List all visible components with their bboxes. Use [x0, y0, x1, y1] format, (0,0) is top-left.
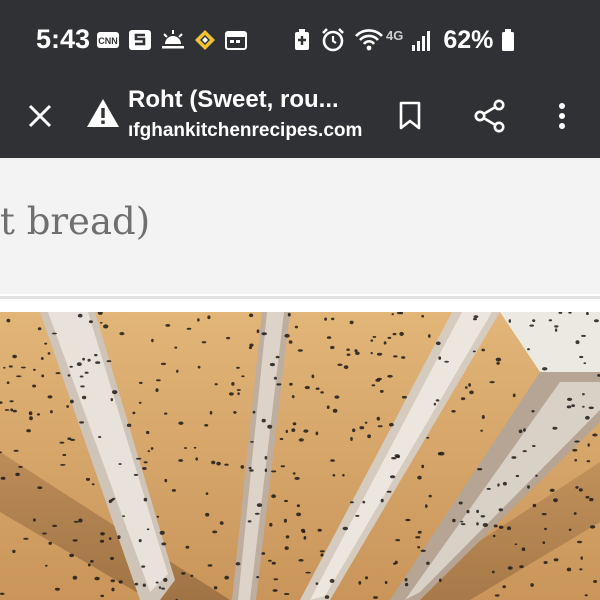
svg-text:CNN: CNN	[98, 36, 118, 46]
share-button[interactable]	[466, 92, 514, 140]
close-icon	[26, 102, 54, 130]
cnn-icon: CNN	[96, 30, 120, 50]
page-title: Roht (Sweet, rou...	[128, 86, 339, 113]
recipe-heading-band: at bread)	[0, 166, 600, 294]
bookmark-button[interactable]	[388, 92, 432, 140]
weather-sunrise-icon	[160, 29, 186, 51]
alarm-icon	[320, 27, 346, 53]
battery-percent: 62%	[443, 25, 494, 54]
network-type-label: 4G	[386, 27, 404, 43]
page-url[interactable]: ıfghankitchenrecipes.com	[128, 120, 362, 142]
more-options-button[interactable]	[540, 92, 584, 140]
recipe-photo[interactable]	[0, 312, 600, 600]
share-icon	[473, 99, 507, 133]
battery-saver-icon	[292, 28, 312, 52]
status-bar: 5:43 CNN 4G 62%	[0, 0, 600, 80]
signal-icon	[411, 28, 433, 52]
clock: 5:43	[36, 24, 91, 54]
bookmark-icon	[398, 101, 422, 131]
bread-image	[0, 312, 600, 600]
s-app-icon	[128, 29, 152, 51]
more-vert-icon	[557, 101, 567, 131]
custom-tab-toolbar: Roht (Sweet, rou... ıfghankitchenrecipes…	[0, 80, 600, 158]
system-icons: 4G 62%	[292, 26, 515, 54]
divider	[0, 296, 600, 299]
warning-icon[interactable]	[86, 98, 120, 128]
close-button[interactable]	[18, 94, 62, 138]
calendar-icon	[224, 29, 248, 51]
diamond-nav-icon	[194, 29, 216, 51]
notification-icons: CNN	[96, 28, 248, 52]
wifi-icon	[354, 27, 384, 53]
content-top-gap	[0, 158, 600, 166]
battery-icon	[501, 28, 515, 52]
recipe-heading: at bread)	[0, 200, 151, 243]
web-content[interactable]: at bread)	[0, 158, 600, 600]
